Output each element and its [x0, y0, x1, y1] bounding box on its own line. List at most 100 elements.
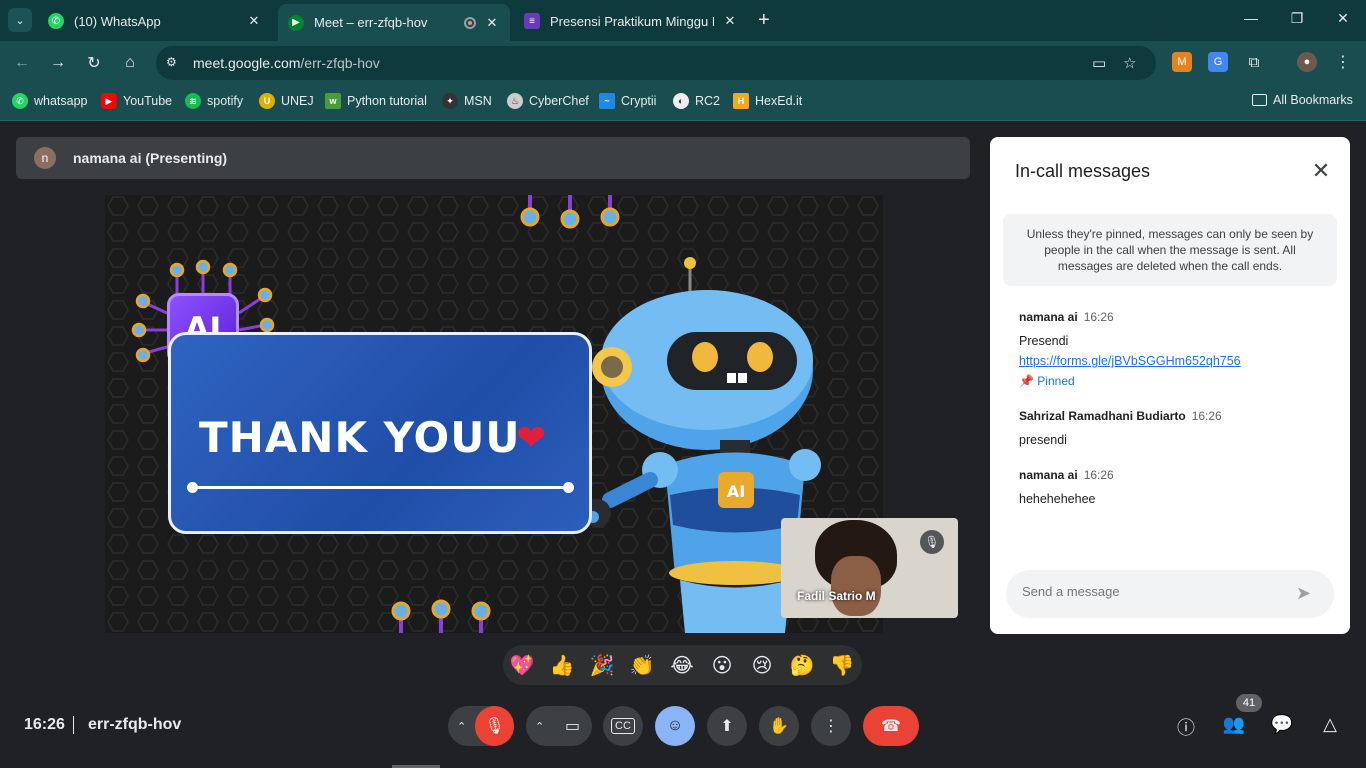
- mic-toggle-button[interactable]: 🎙: [475, 706, 514, 746]
- more-vert-icon: ⋮: [823, 718, 839, 735]
- browser-tab-bar: ⌄ ✆ (10) WhatsApp ✕ ▶ Meet – err-zfqb-ho…: [0, 0, 1366, 41]
- tab-meet[interactable]: ▶ Meet – err-zfqb-hov ✕: [278, 4, 510, 41]
- metamask-icon[interactable]: M: [1172, 52, 1192, 72]
- hexed-icon: H: [733, 93, 749, 109]
- profile-avatar[interactable]: ●: [1297, 52, 1317, 72]
- close-icon[interactable]: ✕: [246, 13, 262, 29]
- mic-options-icon[interactable]: ⌃: [448, 720, 475, 733]
- chat-button[interactable]: 💬: [1269, 714, 1295, 740]
- forward-button[interactable]: →: [47, 52, 69, 74]
- reactions-bar: 💖 👍 🎉 👏 😂 😮 😢 🤔 👎: [503, 645, 862, 685]
- meeting-details-button[interactable]: ⓘ: [1173, 714, 1199, 740]
- slide-divider: [191, 486, 569, 489]
- close-panel-button[interactable]: ✕: [1309, 158, 1333, 184]
- bookmark-label: UNEJ: [281, 94, 314, 108]
- pinned-badge[interactable]: 📌 Pinned: [1019, 374, 1339, 388]
- all-bookmarks-button[interactable]: All Bookmarks: [1252, 93, 1353, 107]
- panel-title: In-call messages: [1015, 161, 1151, 181]
- message-sender: namana ai: [1019, 310, 1078, 324]
- reaction-sad[interactable]: 😢: [749, 653, 775, 679]
- presenter-name: namana ai (Presenting): [73, 150, 228, 166]
- bookmark-unej[interactable]: U UNEJ: [259, 93, 314, 109]
- message-time: 16:26: [1191, 409, 1222, 423]
- unej-icon: U: [259, 93, 275, 109]
- present-screen-icon: ⬆: [720, 718, 734, 735]
- bookmark-star-icon[interactable]: ☆: [1123, 54, 1136, 72]
- bookmark-hexed[interactable]: H HexEd.it: [733, 93, 802, 109]
- send-message-input[interactable]: [1022, 584, 1282, 599]
- address-bar[interactable]: ⚙ meet.google.com/err-zfqb-hov ▭ ☆: [156, 46, 1156, 80]
- tab-search-button[interactable]: ⌄: [8, 8, 32, 32]
- send-icon[interactable]: ➤: [1296, 583, 1311, 604]
- new-tab-button[interactable]: +: [758, 9, 770, 32]
- bookmark-cryptii[interactable]: ~ Cryptii: [599, 93, 656, 109]
- message-link[interactable]: https://forms.gle/jBVbSGGHm652qh756: [1019, 354, 1339, 368]
- in-call-messages-panel: In-call messages ✕ Unless they're pinned…: [990, 137, 1350, 634]
- close-icon[interactable]: ✕: [484, 15, 500, 31]
- camera-in-use-icon[interactable]: ▭: [1092, 54, 1106, 72]
- presenter-avatar: n: [34, 147, 56, 169]
- extensions-icon[interactable]: ⧉: [1244, 52, 1264, 72]
- self-video-tile[interactable]: 🎙 Fadil Satrio M: [781, 518, 958, 618]
- more-options-button[interactable]: ⋮: [811, 706, 851, 746]
- reaction-thinking[interactable]: 🤔: [789, 653, 815, 679]
- tab-title: (10) WhatsApp: [74, 13, 161, 29]
- camera-options-icon[interactable]: ⌃: [526, 720, 553, 733]
- tab-title: Meet – err-zfqb-hov: [314, 15, 428, 30]
- bookmark-label: RC2: [695, 94, 721, 108]
- home-button[interactable]: ⌂: [119, 52, 141, 74]
- chat-message: namana ai 16:26 Presendi https://forms.gl…: [1019, 308, 1339, 388]
- bookmark-python-tutorial[interactable]: w Python tutorial: [325, 93, 427, 109]
- site-info-icon[interactable]: ⚙: [166, 55, 182, 71]
- restore-button[interactable]: ❐: [1287, 10, 1307, 27]
- leave-call-button[interactable]: ☎: [863, 706, 919, 746]
- camera-control: ⌃ ▭: [526, 706, 592, 746]
- whatsapp-icon: ✆: [12, 93, 28, 109]
- tab-whatsapp[interactable]: ✆ (10) WhatsApp ✕: [38, 6, 272, 36]
- message-sender: namana ai: [1019, 468, 1078, 482]
- heart-icon: ❤: [516, 417, 547, 458]
- recording-indicator-icon: [464, 16, 476, 29]
- message-input-box[interactable]: ➤: [1006, 570, 1334, 618]
- browser-toolbar: ← → ↻ ⌂ ⚙ meet.google.com/err-zfqb-hov ▭…: [0, 41, 1366, 85]
- meet-icon: ▶: [288, 14, 304, 31]
- translate-icon[interactable]: G: [1208, 52, 1228, 72]
- browser-menu-icon[interactable]: ⋮: [1333, 52, 1353, 72]
- bookmark-spotify[interactable]: ≋ spotify: [185, 93, 243, 109]
- activities-button[interactable]: △: [1317, 714, 1343, 740]
- bookmark-label: whatsapp: [34, 94, 88, 108]
- tab-forms[interactable]: ≡ Presensi Praktikum Minggu Ke- ✕: [514, 6, 748, 36]
- divider: [73, 716, 74, 734]
- message-time: 16:26: [1083, 468, 1114, 482]
- reaction-heart[interactable]: 💖: [509, 653, 535, 679]
- close-window-button[interactable]: ✕: [1333, 10, 1353, 27]
- meeting-clock: 16:26: [24, 716, 65, 733]
- camera-toggle-button[interactable]: ▭: [553, 706, 592, 746]
- present-button[interactable]: ⬆: [707, 706, 747, 746]
- reload-button[interactable]: ↻: [83, 52, 105, 74]
- chat-icon: 💬: [1270, 714, 1294, 734]
- close-icon[interactable]: ✕: [722, 13, 738, 29]
- bookmark-youtube[interactable]: ▶ YouTube: [101, 93, 172, 109]
- reaction-thumbs-down[interactable]: 👎: [829, 653, 855, 679]
- mic-off-icon: 🎙: [484, 718, 505, 735]
- reaction-laugh[interactable]: 😂: [669, 653, 695, 679]
- reaction-clap[interactable]: 👏: [629, 653, 655, 679]
- bookmark-rc2[interactable]: ◐ RC2: [673, 93, 720, 109]
- messages-notice: Unless they're pinned, messages can only…: [1003, 214, 1337, 286]
- minimize-button[interactable]: —: [1241, 10, 1261, 26]
- reaction-thumbs-up[interactable]: 👍: [549, 653, 575, 679]
- bookmark-label: CyberChef: [529, 94, 589, 108]
- raise-hand-button[interactable]: ✋: [759, 706, 799, 746]
- reaction-party[interactable]: 🎉: [589, 653, 615, 679]
- bookmark-cyberchef[interactable]: ♨ CyberChef: [507, 93, 589, 109]
- bookmark-msn[interactable]: ✦ MSN: [442, 93, 492, 109]
- people-button[interactable]: 👥: [1221, 714, 1247, 740]
- reaction-surprised[interactable]: 😮: [709, 653, 735, 679]
- reactions-button[interactable]: ☺: [655, 706, 695, 746]
- participants-count-badge: 41: [1236, 694, 1262, 712]
- bookmark-whatsapp[interactable]: ✆ whatsapp: [12, 93, 88, 109]
- captions-button[interactable]: CC: [603, 706, 643, 746]
- back-button[interactable]: ←: [11, 52, 33, 74]
- pin-icon: 📌: [1019, 374, 1034, 388]
